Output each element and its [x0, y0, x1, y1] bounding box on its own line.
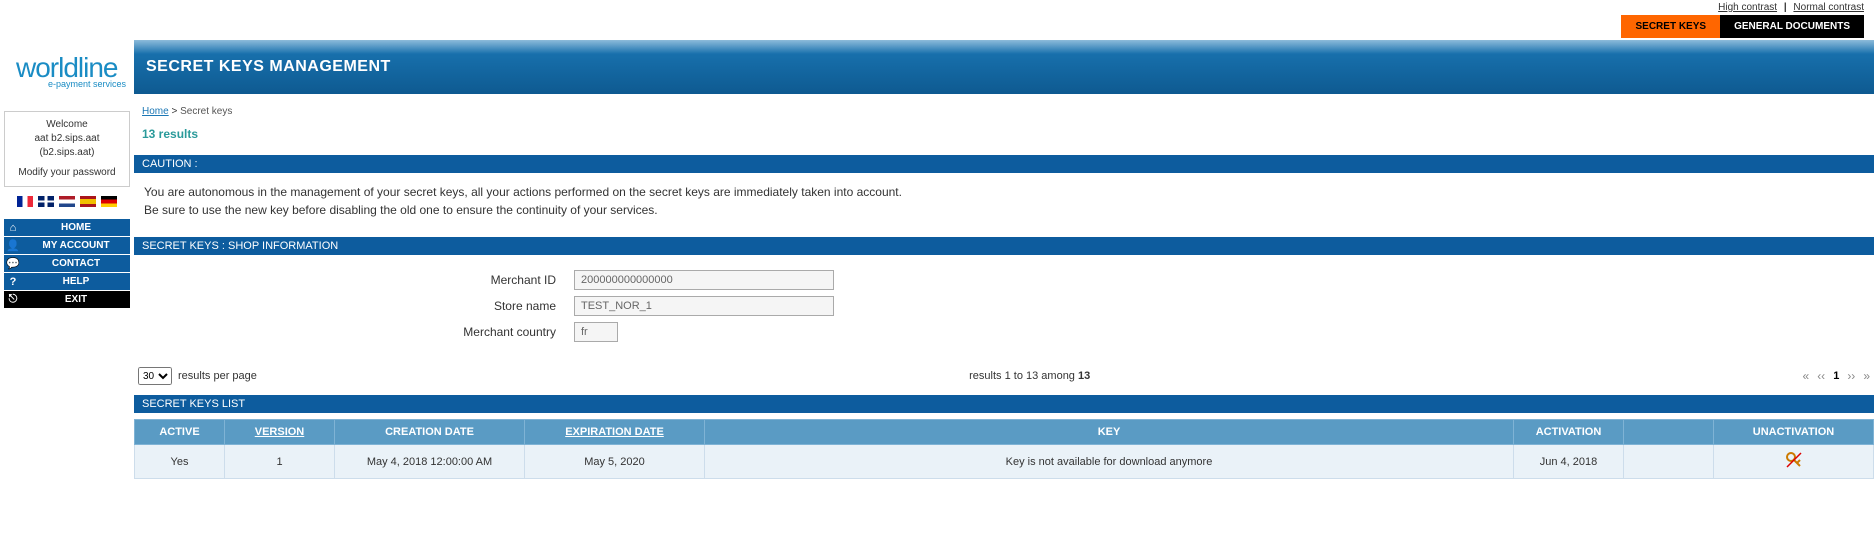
- flag-uk-icon[interactable]: [38, 196, 54, 207]
- tab-secret-keys[interactable]: SECRET KEYS: [1621, 15, 1720, 38]
- nav-exit[interactable]: ⎋ EXIT: [4, 291, 130, 308]
- merchant-id-field: [574, 270, 834, 290]
- cell-version: 1: [225, 445, 335, 479]
- flag-fr-icon[interactable]: [17, 196, 33, 207]
- chat-icon: 💬: [4, 257, 22, 270]
- results-total: 13: [1078, 370, 1090, 382]
- page-title-bar: SECRET KEYS MANAGEMENT: [134, 40, 1874, 94]
- col-active: ACTIVE: [135, 420, 225, 445]
- pager-current-page: 1: [1833, 370, 1839, 382]
- cell-key: Key is not available for download anymor…: [705, 445, 1514, 479]
- col-expiration[interactable]: EXPIRATION DATE: [525, 420, 705, 445]
- breadcrumb: Home > Secret keys: [134, 102, 1874, 121]
- logo: worldline e-payment services: [4, 40, 130, 107]
- pager-last-icon[interactable]: »: [1863, 369, 1870, 383]
- high-contrast-link[interactable]: High contrast: [1718, 2, 1777, 13]
- welcome-label: Welcome: [9, 118, 125, 132]
- caution-header: CAUTION :: [134, 155, 1874, 173]
- pager-row: 30 results per page results 1 to 13 amon…: [134, 359, 1874, 391]
- cell-activation-action: [1624, 445, 1714, 479]
- nav-my-account[interactable]: 👤 MY ACCOUNT: [4, 237, 130, 254]
- user-icon: 👤: [4, 239, 22, 252]
- merchant-country-label: Merchant country: [134, 325, 574, 339]
- normal-contrast-link[interactable]: Normal contrast: [1793, 2, 1864, 13]
- store-name-field: [574, 296, 834, 316]
- caution-text: You are autonomous in the management of …: [134, 179, 1874, 233]
- results-count: 13 results: [134, 121, 1874, 151]
- page-title: SECRET KEYS MANAGEMENT: [146, 58, 1862, 76]
- per-page-label: results per page: [178, 370, 257, 382]
- flag-es-icon[interactable]: [80, 196, 96, 207]
- col-version[interactable]: VERSION: [225, 420, 335, 445]
- nav-contact[interactable]: 💬 CONTACT: [4, 255, 130, 272]
- unactivate-key-icon[interactable]: [1785, 451, 1803, 469]
- user-name: aat b2.sips.aat: [9, 132, 125, 146]
- merchant-id-label: Merchant ID: [134, 273, 574, 287]
- keys-list-header: SECRET KEYS LIST: [134, 395, 1874, 413]
- accessibility-links: High contrast | Normal contrast: [0, 0, 1874, 15]
- pager-first-icon[interactable]: «: [1803, 369, 1810, 383]
- exit-icon: ⎋: [4, 293, 22, 306]
- pager-next-icon[interactable]: ››: [1847, 369, 1855, 383]
- store-name-label: Store name: [134, 299, 574, 313]
- table-row: Yes 1 May 4, 2018 12:00:00 AM May 5, 202…: [135, 445, 1874, 479]
- secret-keys-table: ACTIVE VERSION CREATION DATE EXPIRATION …: [134, 419, 1874, 479]
- shop-info-header: SECRET KEYS : SHOP INFORMATION: [134, 237, 1874, 255]
- cell-activation: Jun 4, 2018: [1514, 445, 1624, 479]
- breadcrumb-current: Secret keys: [180, 106, 232, 117]
- cell-active: Yes: [135, 445, 225, 479]
- flag-de-icon[interactable]: [101, 196, 117, 207]
- top-tabs: SECRET KEYS GENERAL DOCUMENTS: [0, 15, 1874, 38]
- col-creation: CREATION DATE: [335, 420, 525, 445]
- col-activation-date: ACTIVATION: [1514, 420, 1624, 445]
- side-nav: ⌂ HOME 👤 MY ACCOUNT 💬 CONTACT ? HELP ⎋ E…: [4, 219, 130, 308]
- results-per-page-select[interactable]: 30: [138, 367, 172, 385]
- col-unactivation: UNACTIVATION: [1714, 420, 1874, 445]
- user-box: Welcome aat b2.sips.aat (b2.sips.aat) Mo…: [4, 111, 130, 187]
- merchant-country-field: [574, 322, 618, 342]
- nav-home[interactable]: ⌂ HOME: [4, 219, 130, 236]
- user-login: (b2.sips.aat): [9, 146, 125, 160]
- breadcrumb-home[interactable]: Home: [142, 106, 169, 117]
- pager-prev-icon[interactable]: ‹‹: [1817, 369, 1825, 383]
- tab-general-documents[interactable]: GENERAL DOCUMENTS: [1720, 15, 1864, 38]
- cell-creation: May 4, 2018 12:00:00 AM: [335, 445, 525, 479]
- modify-password-link[interactable]: Modify your password: [18, 167, 115, 178]
- cell-unactivation: [1714, 445, 1874, 479]
- results-range: results 1 to 13 among: [969, 370, 1078, 382]
- col-activation-action: [1624, 420, 1714, 445]
- flag-nl-icon[interactable]: [59, 196, 75, 207]
- col-key: KEY: [705, 420, 1514, 445]
- nav-help[interactable]: ? HELP: [4, 273, 130, 290]
- cell-expiration: May 5, 2020: [525, 445, 705, 479]
- language-flags: [4, 191, 130, 215]
- home-icon: ⌂: [4, 222, 22, 234]
- help-icon: ?: [4, 276, 22, 288]
